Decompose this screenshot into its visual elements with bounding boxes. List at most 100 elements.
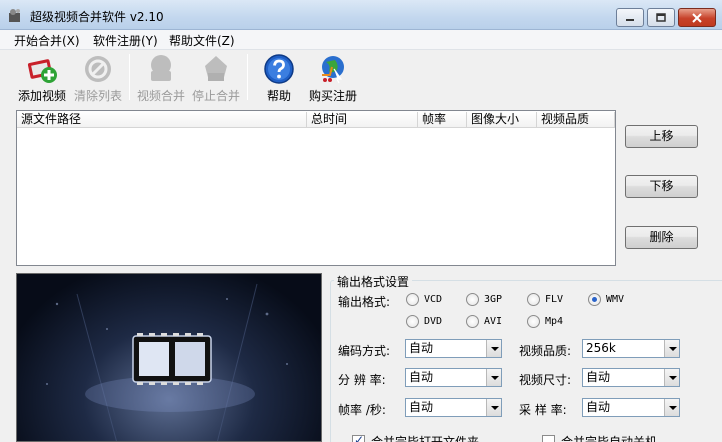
toolbar-separator bbox=[129, 54, 130, 100]
framerate-value: 自动 bbox=[409, 400, 434, 414]
chevron-down-icon bbox=[486, 399, 501, 416]
toolbar-separator bbox=[247, 54, 248, 100]
checkbox-box bbox=[542, 435, 555, 442]
maximize-button[interactable] bbox=[647, 8, 675, 27]
radio-dot bbox=[406, 315, 419, 328]
add-video-label: 添加视频 bbox=[17, 89, 66, 103]
video-size-select[interactable]: 自动 bbox=[582, 368, 680, 387]
merge-video-button[interactable]: 视频合并 bbox=[133, 52, 189, 104]
resolution-value: 自动 bbox=[409, 370, 434, 384]
video-preview bbox=[16, 273, 322, 442]
resolution-label: 分 辨 率: bbox=[338, 373, 386, 387]
radio-dot bbox=[527, 315, 540, 328]
output-format-label: 输出格式: bbox=[338, 295, 391, 309]
framerate-select[interactable]: 自动 bbox=[405, 398, 502, 417]
format-radio-flv[interactable]: FLV bbox=[527, 293, 563, 306]
chevron-down-icon bbox=[486, 340, 501, 357]
format-radio-vcd[interactable]: VCD bbox=[406, 293, 442, 306]
merge-video-label: 视频合并 bbox=[136, 89, 185, 103]
minimize-button[interactable] bbox=[616, 8, 644, 27]
encoding-value: 自动 bbox=[409, 341, 434, 355]
delete-button[interactable]: 删除 bbox=[625, 226, 698, 249]
window-title: 超级视频合并软件 v2.10 bbox=[30, 10, 164, 24]
close-icon bbox=[692, 12, 702, 23]
menu-start-merge[interactable]: 开始合并(X) bbox=[14, 32, 80, 49]
help-button[interactable]: 帮助 bbox=[251, 52, 307, 104]
sample-rate-value: 自动 bbox=[586, 400, 611, 414]
clear-list-icon bbox=[85, 56, 111, 82]
maximize-icon bbox=[656, 13, 666, 22]
toolbar: 添加视频 清除列表 视频合并 停止合并 帮助 购买注册 bbox=[0, 50, 722, 106]
radio-dot bbox=[406, 293, 419, 306]
video-size-label: 视频尺寸: bbox=[519, 373, 572, 387]
buy-register-label: 购买注册 bbox=[308, 89, 357, 103]
column-header-source-path[interactable]: 源文件路径 bbox=[17, 112, 307, 127]
minimize-icon bbox=[626, 18, 634, 21]
checkbox-box bbox=[352, 433, 365, 442]
clear-list-label: 清除列表 bbox=[73, 89, 122, 103]
title-bar: 超级视频合并软件 v2.10 bbox=[0, 0, 722, 30]
menu-register[interactable]: 软件注册(Y) bbox=[93, 32, 158, 49]
format-option-label: WMV bbox=[606, 294, 625, 305]
resolution-select[interactable]: 自动 bbox=[405, 368, 502, 387]
format-radio-3gp[interactable]: 3GP bbox=[466, 293, 502, 306]
format-radio-wmv[interactable]: WMV bbox=[588, 293, 624, 306]
column-header-framerate[interactable]: 帧率 bbox=[418, 112, 467, 127]
format-radio-dvd[interactable]: DVD bbox=[406, 315, 442, 328]
format-radio-avi[interactable]: AVI bbox=[466, 315, 502, 328]
close-button[interactable] bbox=[678, 8, 716, 27]
encoding-label: 编码方式: bbox=[338, 344, 391, 358]
column-header-image-size[interactable]: 图像大小 bbox=[467, 112, 537, 127]
format-option-label: VCD bbox=[424, 294, 443, 305]
format-option-label: 3GP bbox=[484, 294, 503, 305]
video-size-value: 自动 bbox=[586, 370, 611, 384]
chevron-down-icon bbox=[664, 369, 679, 386]
quality-value: 256k bbox=[586, 341, 616, 355]
open-folder-checkbox[interactable]: 合并完毕打开文件夹 bbox=[352, 433, 479, 442]
column-header-duration[interactable]: 总时间 bbox=[307, 112, 418, 127]
file-list[interactable]: 源文件路径 总时间 帧率 图像大小 视频品质 bbox=[16, 110, 616, 266]
move-down-button[interactable]: 下移 bbox=[625, 175, 698, 198]
help-label: 帮助 bbox=[266, 89, 291, 103]
format-option-label: FLV bbox=[545, 294, 564, 305]
output-settings-title: 输出格式设置 bbox=[334, 273, 413, 290]
framerate-label: 帧率 /秒: bbox=[338, 403, 386, 417]
stop-merge-label: 停止合并 bbox=[191, 89, 240, 103]
help-icon bbox=[264, 54, 294, 84]
menu-help[interactable]: 帮助文件(Z) bbox=[169, 32, 235, 49]
app-logo-icon bbox=[9, 9, 20, 22]
open-folder-label: 合并完毕打开文件夹 bbox=[371, 435, 480, 442]
stop-merge-icon bbox=[205, 56, 227, 81]
format-option-label: DVD bbox=[424, 316, 443, 327]
encoding-select[interactable]: 自动 bbox=[405, 339, 502, 358]
add-video-icon bbox=[27, 59, 57, 83]
format-option-label: AVI bbox=[484, 316, 503, 327]
sample-rate-label: 采 样 率: bbox=[519, 403, 567, 417]
radio-dot bbox=[466, 315, 479, 328]
quality-label: 视频品质: bbox=[519, 344, 572, 358]
merge-video-icon bbox=[151, 55, 171, 81]
format-radio-mp4[interactable]: Mp4 bbox=[527, 315, 563, 328]
auto-shutdown-checkbox[interactable]: 合并完毕自动关机 bbox=[542, 433, 657, 442]
auto-shutdown-label: 合并完毕自动关机 bbox=[561, 435, 658, 442]
sample-rate-select[interactable]: 自动 bbox=[582, 398, 680, 417]
format-option-label: Mp4 bbox=[545, 316, 564, 327]
chevron-down-icon bbox=[664, 340, 679, 357]
move-up-button[interactable]: 上移 bbox=[625, 125, 698, 148]
add-video-button[interactable]: 添加视频 bbox=[14, 52, 70, 104]
film-reel-illustration bbox=[46, 283, 288, 441]
clear-list-button[interactable]: 清除列表 bbox=[70, 52, 126, 104]
file-list-header: 源文件路径 总时间 帧率 图像大小 视频品质 bbox=[17, 111, 615, 128]
stop-merge-button[interactable]: 停止合并 bbox=[188, 52, 244, 104]
film-strip-icon bbox=[132, 333, 212, 385]
buy-register-button[interactable]: 购买注册 bbox=[305, 52, 361, 104]
radio-dot bbox=[588, 293, 601, 306]
column-header-video-quality[interactable]: 视频品质 bbox=[537, 112, 615, 127]
quality-select[interactable]: 256k bbox=[582, 339, 680, 358]
radio-dot bbox=[466, 293, 479, 306]
menu-bar: 开始合并(X) 软件注册(Y) 帮助文件(Z) bbox=[0, 30, 722, 50]
radio-dot bbox=[527, 293, 540, 306]
chevron-down-icon bbox=[664, 399, 679, 416]
chevron-down-icon bbox=[486, 369, 501, 386]
globe-cart-icon bbox=[322, 56, 344, 84]
